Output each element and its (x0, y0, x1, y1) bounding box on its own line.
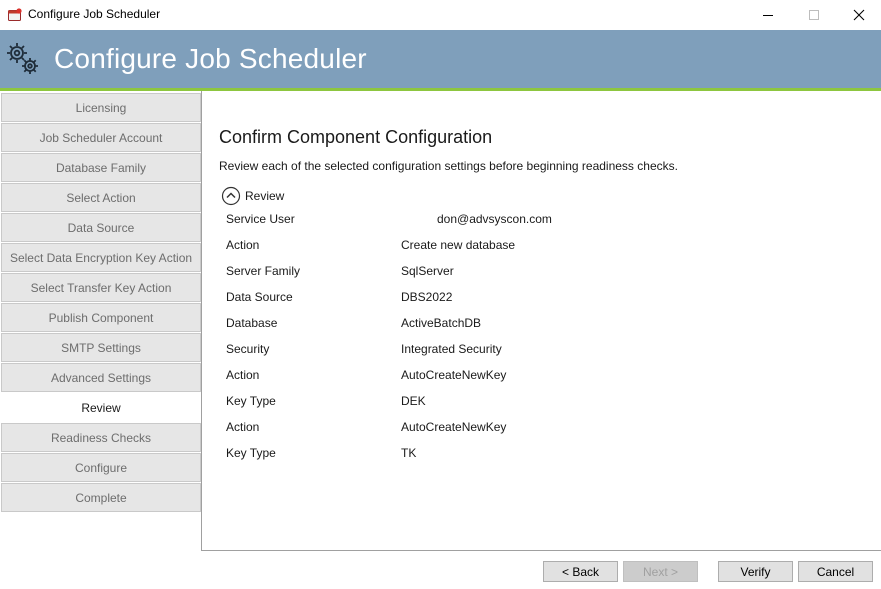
review-row-label: Security (226, 342, 270, 356)
review-row-value: AutoCreateNewKey (401, 420, 507, 434)
app-icon (8, 8, 22, 21)
review-row-value: don@advsyscon.com (437, 212, 552, 226)
review-row-label: Service User (226, 212, 295, 226)
sidebar-item-data-source[interactable]: Data Source (1, 213, 201, 242)
review-row-label: Action (226, 420, 260, 434)
review-row-value: AutoCreateNewKey (401, 368, 507, 382)
sidebar-item-advanced-settings[interactable]: Advanced Settings (1, 363, 201, 392)
page-description: Review each of the selected configuratio… (219, 159, 678, 173)
chevron-up-circle-icon[interactable] (221, 186, 241, 206)
sidebar-item-database-family[interactable]: Database Family (1, 153, 201, 182)
window-title: Configure Job Scheduler (28, 7, 161, 21)
review-row-value: Integrated Security (401, 342, 502, 356)
review-row-label: Data Source (226, 290, 293, 304)
sidebar-item-select-transfer-key-action[interactable]: Select Transfer Key Action (1, 273, 201, 302)
sidebar-item-smtp-settings[interactable]: SMTP Settings (1, 333, 201, 362)
review-row-label: Database (226, 316, 278, 330)
minimize-button[interactable] (745, 0, 791, 30)
back-button[interactable]: < Back (543, 561, 618, 582)
title-bar: Configure Job Scheduler (0, 0, 881, 30)
next-button[interactable]: Next > (623, 561, 698, 582)
gears-icon (7, 43, 38, 74)
close-icon (853, 9, 865, 21)
sidebar-item-licensing[interactable]: Licensing (1, 93, 201, 122)
review-row-label: Action (226, 368, 260, 382)
review-row-value: Create new database (401, 238, 516, 252)
review-row-value: SqlServer (401, 264, 454, 278)
sidebar-item-select-data-encryption-key-action[interactable]: Select Data Encryption Key Action (1, 243, 201, 272)
sidebar-item-complete[interactable]: Complete (1, 483, 201, 512)
cancel-button[interactable]: Cancel (798, 561, 873, 582)
page-title: Confirm Component Configuration (219, 127, 493, 147)
banner-title: Configure Job Scheduler (54, 43, 367, 74)
review-row-value: DEK (401, 394, 426, 408)
sidebar-item-select-action[interactable]: Select Action (1, 183, 201, 212)
sidebar-item-configure[interactable]: Configure (1, 453, 201, 482)
review-row-value: TK (401, 446, 417, 460)
review-row-label: Key Type (226, 446, 276, 460)
verify-button[interactable]: Verify (718, 561, 793, 582)
review-row-label: Action (226, 238, 260, 252)
review-row-value: ActiveBatchDB (401, 316, 482, 330)
minimize-icon (763, 15, 773, 16)
sidebar-item-readiness-checks[interactable]: Readiness Checks (1, 423, 201, 452)
maximize-button[interactable] (791, 0, 837, 30)
review-section-label[interactable]: Review (245, 189, 284, 203)
review-row-label: Server Family (226, 264, 301, 278)
close-button[interactable] (836, 0, 881, 30)
review-row-label: Key Type (226, 394, 276, 408)
sidebar-item-review[interactable]: Review (1, 393, 201, 422)
maximize-icon (809, 10, 819, 20)
sidebar-item-job-scheduler-account[interactable]: Job Scheduler Account (1, 123, 201, 152)
review-row-value: DBS2022 (401, 290, 453, 304)
sidebar-item-publish-component[interactable]: Publish Component (1, 303, 201, 332)
